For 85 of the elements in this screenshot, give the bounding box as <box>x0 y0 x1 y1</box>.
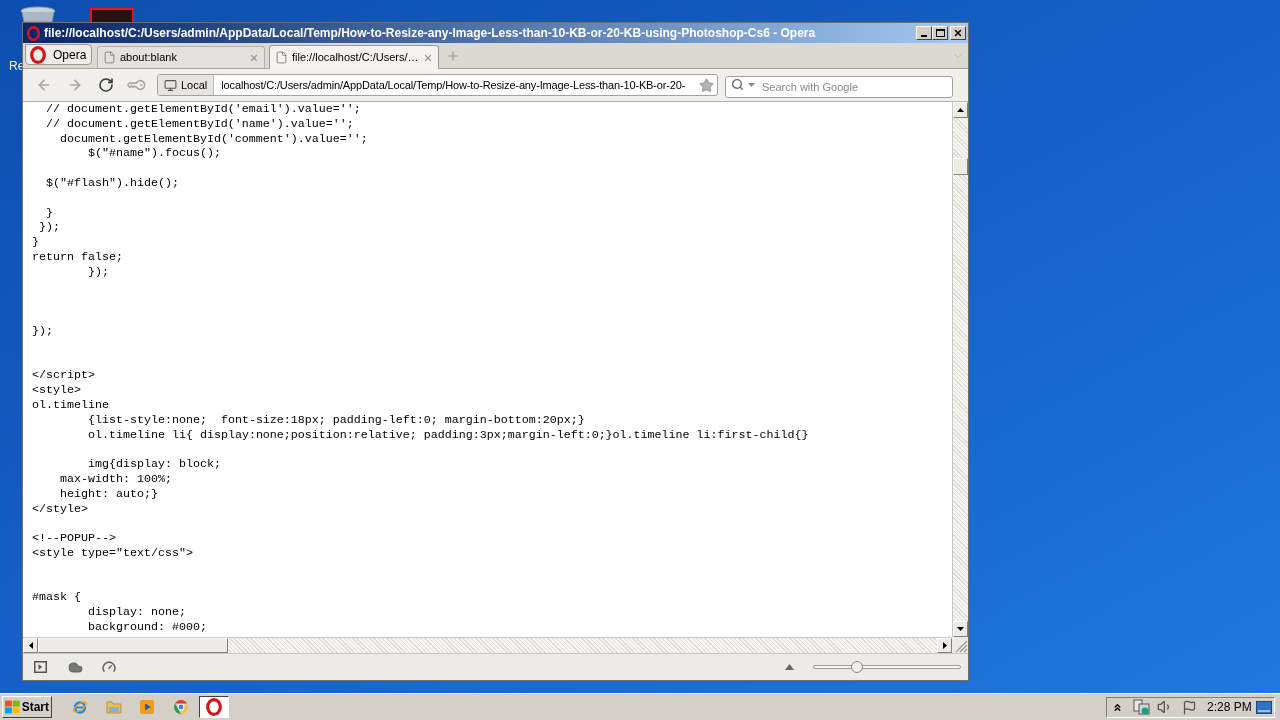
four-pane-logo-icon <box>5 700 20 714</box>
code-line: <!--POPUP--> <box>32 531 116 546</box>
horizontal-scrollbar[interactable] <box>23 637 952 653</box>
left-triangle-icon <box>28 642 33 649</box>
forward-arrow-icon <box>67 77 83 93</box>
circle-logo-icon <box>172 699 189 715</box>
code-line: </style> <box>32 501 88 517</box>
close-icon <box>953 28 963 38</box>
code-line: height: auto;} <box>60 486 158 502</box>
scroll-right-button[interactable] <box>937 638 952 653</box>
code-line: }); <box>32 323 53 339</box>
code-line: // document.getElementById('email').value=''; <box>46 102 361 117</box>
code-line: background: #000; <box>88 619 207 635</box>
browser-tab[interactable]: about:blank <box>97 46 265 68</box>
code-line: document.getElementById('comment').value=''; <box>60 131 368 147</box>
taskbar-app-button[interactable] <box>199 696 229 718</box>
gauge-icon[interactable] <box>102 660 116 674</box>
search-icon <box>731 78 744 91</box>
minimize-icon <box>921 35 927 37</box>
browser-tab[interactable]: file://localhost/C:/Users/… <box>269 45 439 69</box>
close-icon[interactable] <box>423 52 433 63</box>
reload-icon <box>98 77 114 93</box>
code-line: img{display: block; <box>88 457 221 472</box>
url-text: localhost/C:/Users/admin/AppData/Local/Temp/How-to-Resize-any-Image-Less-than-10-KB-or-20- <box>221 77 686 93</box>
code-line: #mask { <box>32 590 81 606</box>
resize-grip-icon[interactable] <box>952 637 968 653</box>
close-button[interactable] <box>950 26 966 40</box>
scroll-left-button[interactable] <box>23 638 38 653</box>
o-logo-icon <box>26 25 41 41</box>
monitor-icon <box>164 78 177 92</box>
code-line: ol.timeline li{ display:none;position:relative; padding:3px;margin-left:0;}ol.timeline li:first-child{} <box>88 427 809 443</box>
window-title: file://localhost/C:/Users/admin/AppData/Local/Temp/How-to-Resize-any-Image-Less-than-10-KB-or-20-KB-using-Photoshop-Cs6 - Opera <box>44 26 816 40</box>
maximize-button[interactable] <box>932 26 948 40</box>
start-button[interactable]: Start <box>2 696 52 718</box>
folder-icon <box>105 699 122 715</box>
dropdown-caret-icon[interactable] <box>748 83 755 87</box>
code-line: // document.getElementById('name').value=''; <box>46 116 354 132</box>
page-icon <box>275 51 288 64</box>
recycle-bin-icon[interactable] <box>20 6 56 22</box>
opera-menu-button[interactable]: Opera <box>25 44 92 65</box>
code-line: $("#name").focus(); <box>88 146 221 162</box>
code-line: display: none; <box>88 605 186 620</box>
right-triangle-icon <box>942 642 947 649</box>
code-line: ol.timeline <box>32 397 109 413</box>
code-line: </script> <box>32 368 95 384</box>
chevrons-up-icon[interactable] <box>1112 701 1123 713</box>
code-line: $("#flash").hide(); <box>46 176 179 191</box>
vertical-scrollbar[interactable] <box>952 102 968 637</box>
code-line: return false; <box>32 249 123 265</box>
code-line: }); <box>88 264 109 280</box>
security-badge[interactable]: Local <box>158 75 215 95</box>
code-line: {list-style:none; font-size:18px; padding-left:0; margin-bottom:20px;} <box>88 412 585 428</box>
zoom-slider[interactable] <box>813 661 961 673</box>
page-icon <box>103 51 116 64</box>
slider-thumb[interactable] <box>851 661 864 673</box>
search-field[interactable]: Search with Google <box>725 76 953 98</box>
up-triangle-icon <box>957 108 964 112</box>
maximize-icon <box>935 29 945 37</box>
network-icon[interactable] <box>1133 699 1150 715</box>
show-desktop-icon[interactable] <box>1256 700 1272 714</box>
desktop-shortcut-icon[interactable] <box>90 8 134 22</box>
scroll-up-button[interactable] <box>953 102 968 118</box>
address-field[interactable]: Local localhost/C:/Users/admin/AppData/Local/Temp/How-to-Resize-any-Image-Less-than-10-KB-or-20- <box>157 74 718 96</box>
close-icon[interactable] <box>249 52 259 63</box>
bookmark-star-icon[interactable] <box>699 77 714 93</box>
play-tile-icon <box>139 699 155 715</box>
panel-toggle-icon[interactable] <box>34 661 47 673</box>
clock-text[interactable]: 2:28 PM <box>1207 698 1252 716</box>
code-line: max-width: 100%; <box>60 471 172 487</box>
minimize-button[interactable] <box>916 26 932 40</box>
e-logo-icon <box>72 699 88 715</box>
flag-icon[interactable] <box>1182 699 1197 715</box>
up-triangle-icon[interactable] <box>785 664 794 670</box>
code-line: }); <box>39 220 60 236</box>
code-line: <style type="text/css"> <box>32 545 193 561</box>
cloud-icon[interactable] <box>68 659 83 675</box>
scrollbar-thumb[interactable] <box>38 638 228 653</box>
code-line: <style> <box>32 383 81 398</box>
scrollbar-thumb[interactable] <box>953 158 968 175</box>
o-logo-icon <box>29 45 47 64</box>
scroll-down-button[interactable] <box>953 621 968 637</box>
code-line: } <box>32 235 39 250</box>
code-line: } <box>46 205 53 221</box>
down-triangle-icon <box>957 627 964 631</box>
o-logo-icon <box>205 698 223 716</box>
